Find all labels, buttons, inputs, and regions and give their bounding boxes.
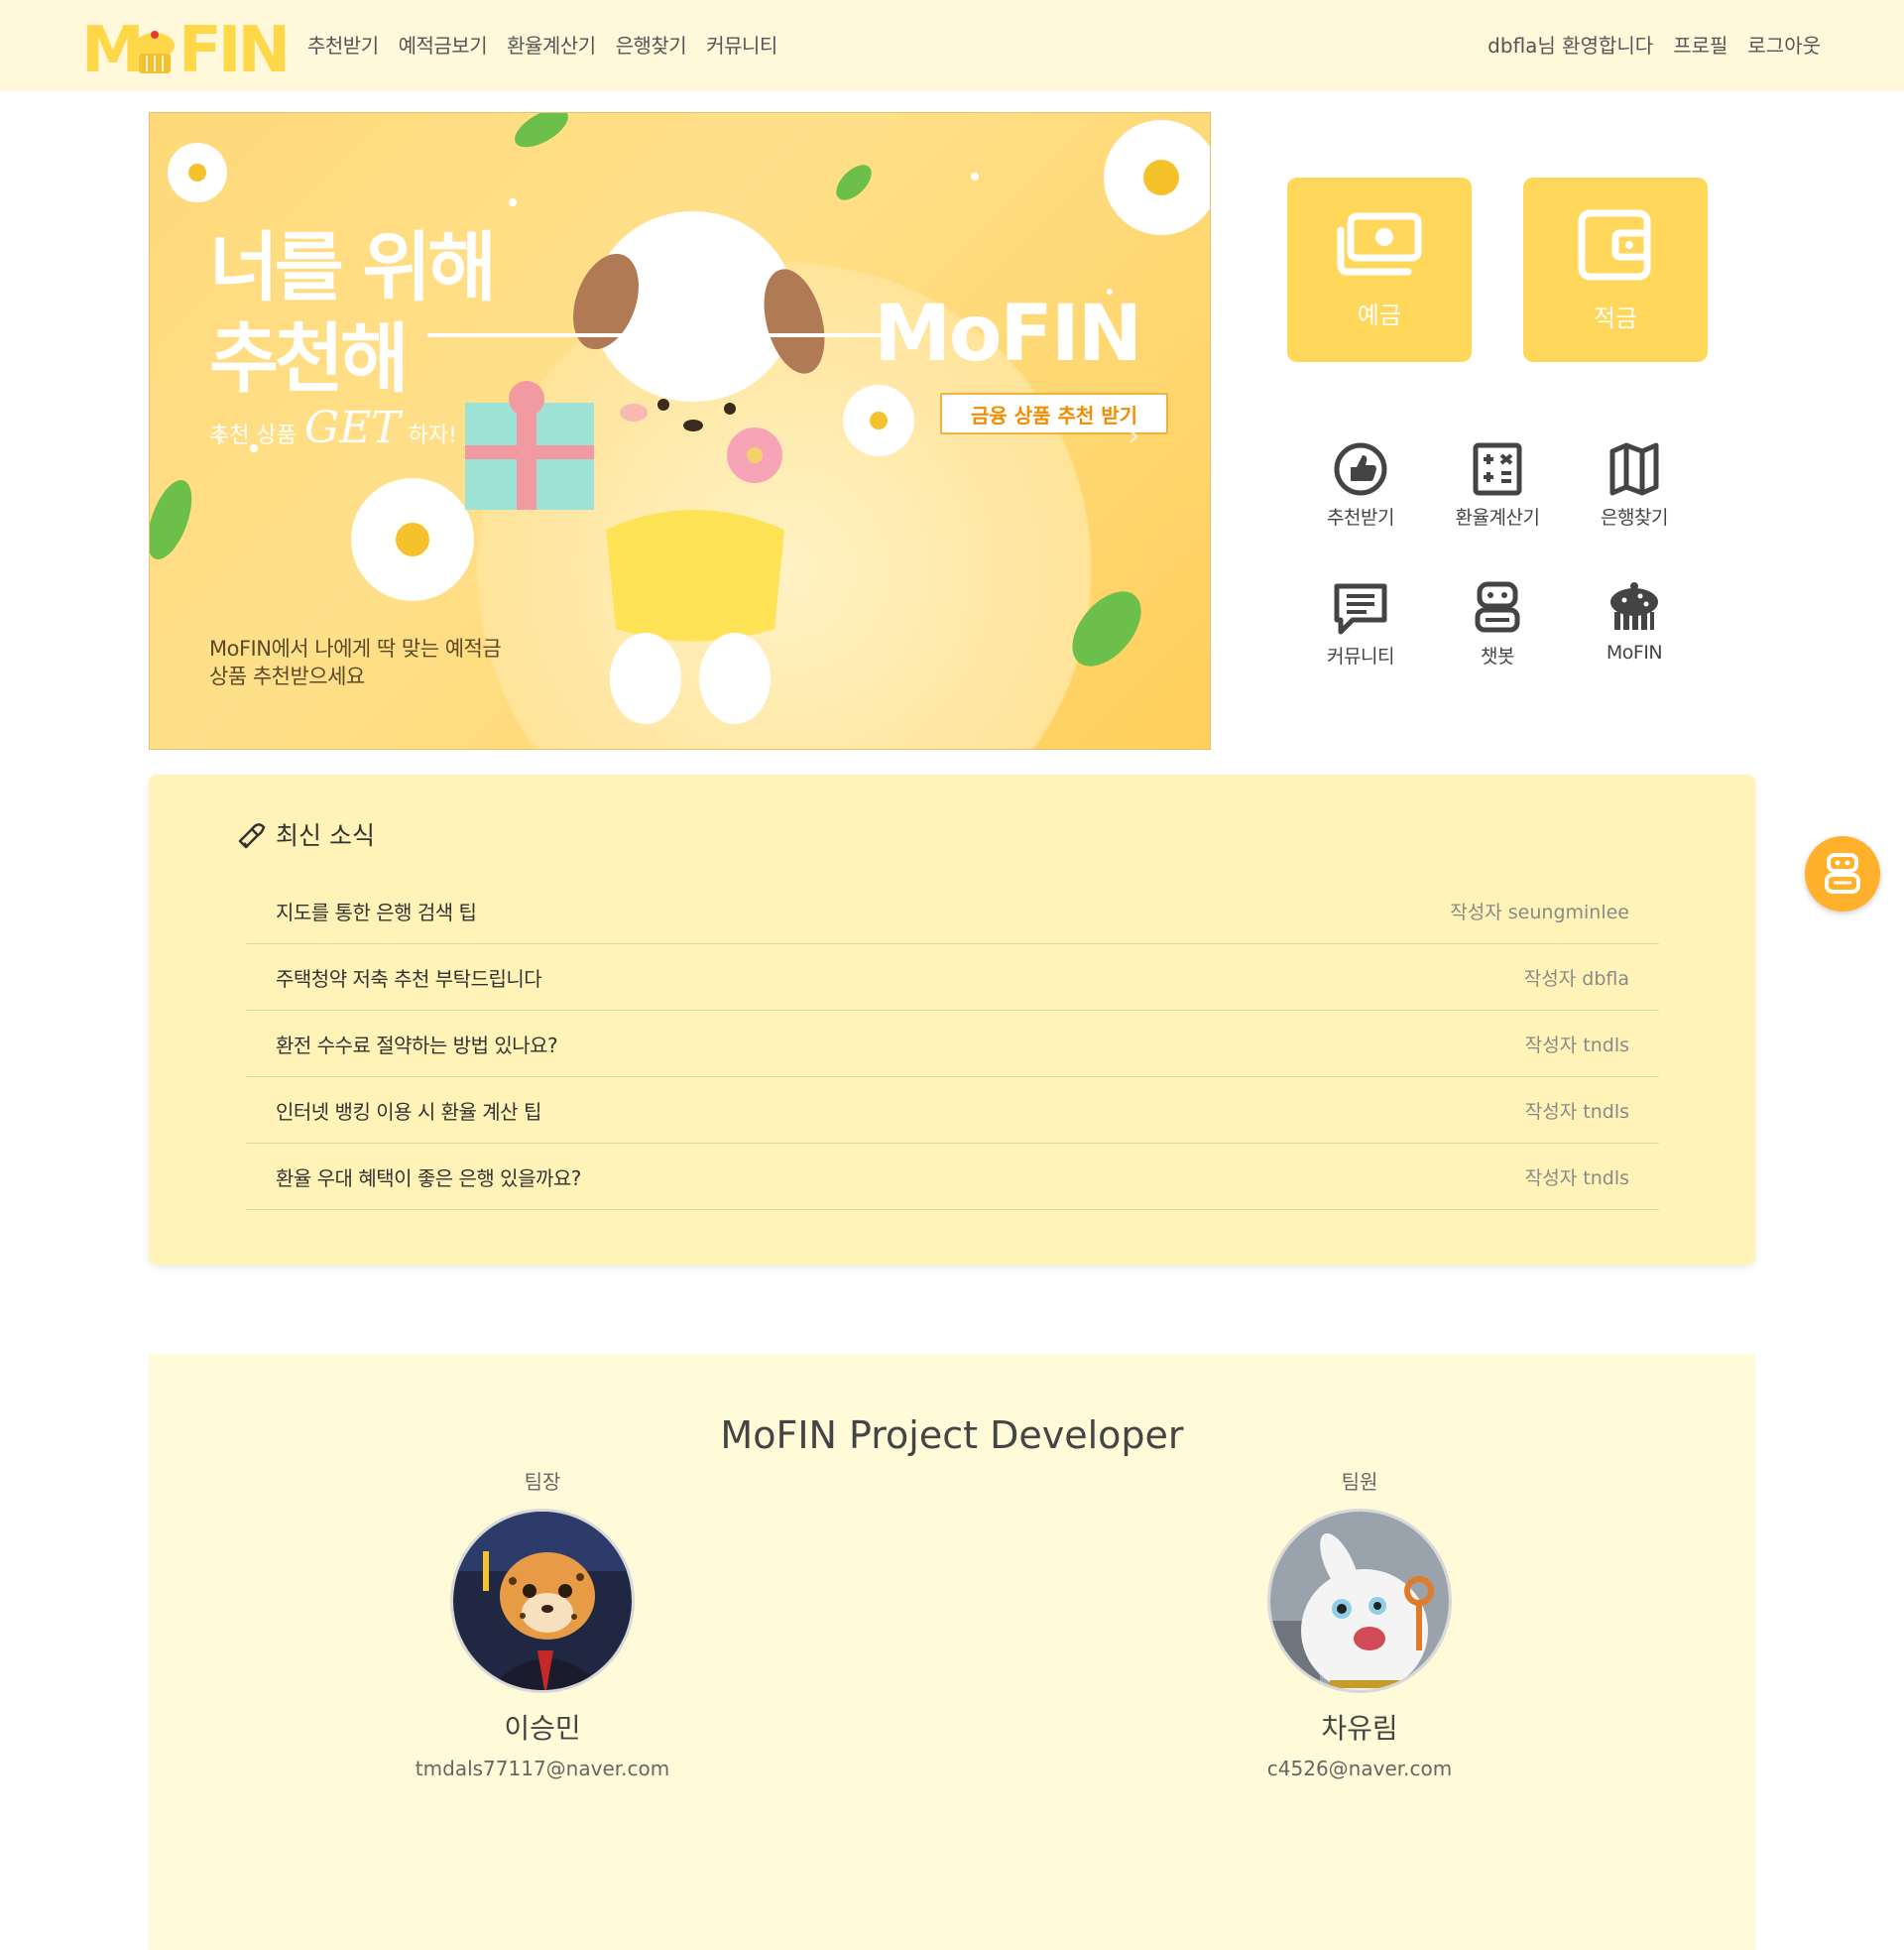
- banner-subtitle: 추천 상품 GET 하자!: [209, 403, 457, 453]
- banner-caption-line-2: 상품 추천받으세요: [209, 665, 365, 688]
- banner-brand: MoFIN: [874, 290, 1142, 379]
- developer-name: 이승민: [504, 1712, 581, 1745]
- nav-bank-finder[interactable]: 은행찾기: [616, 30, 687, 59]
- navbar: M FIN 추천받기 예적금보기 환율계산기 은행찾기 커뮤니티 dbfla님 …: [0, 0, 1904, 91]
- user-menu: dbfla님 환영합니다 프로필 로그아웃: [1488, 30, 1821, 59]
- welcome-text: dbfla님 환영합니다: [1488, 34, 1654, 58]
- banner-headline-line-1: 너를 위해: [209, 223, 497, 311]
- news-item-title: 인터넷 뱅킹 이용 시 환율 계산 팁: [276, 1099, 541, 1124]
- carousel-prev-icon[interactable]: ‹: [213, 416, 227, 455]
- menu-bank-finder-label: 은행찾기: [1601, 507, 1668, 529]
- developers-section: MoFIN Project Developer 팀장 이승민 tmdals771…: [149, 1354, 1755, 1950]
- menu-chatbot[interactable]: 챗봇: [1428, 580, 1567, 669]
- nav-recommend[interactable]: 추천받기: [307, 30, 379, 59]
- news-item[interactable]: 환전 수수료 절약하는 방법 있나요? 작성자 tndls: [246, 1011, 1659, 1077]
- developer-role: 팀장: [524, 1470, 561, 1494]
- news-item-title: 주택청약 저축 추천 부탁드립니다: [276, 966, 542, 991]
- deposit-card-button[interactable]: 예금: [1287, 178, 1472, 362]
- carousel-next-icon[interactable]: ›: [1127, 416, 1140, 455]
- banner-divider: [427, 333, 893, 337]
- banner-headline-line-2: 추천해: [209, 314, 410, 403]
- developer-email: tmdals77117@naver.com: [415, 1757, 670, 1780]
- wallet-icon: [1578, 209, 1651, 280]
- menu-bank-finder[interactable]: 은행찾기: [1565, 441, 1704, 530]
- logout-link[interactable]: 로그아웃: [1747, 30, 1821, 59]
- muffin-icon: [1610, 582, 1658, 630]
- menu-chatbot-label: 챗봇: [1481, 646, 1514, 668]
- calculator-icon: [1473, 442, 1522, 496]
- developer-email: c4526@naver.com: [1266, 1757, 1453, 1780]
- banner-sub-2: 하자!: [408, 424, 457, 448]
- news-item-author: 작성자 tndls: [1524, 1166, 1629, 1189]
- news-item-title: 환율 우대 혜택이 좋은 은행 있을까요?: [276, 1165, 581, 1190]
- developer-name: 차유림: [1321, 1712, 1398, 1745]
- news-item-title: 환전 수수료 절약하는 방법 있나요?: [276, 1033, 558, 1057]
- news-item-title: 지도를 통한 은행 검색 팁: [276, 900, 477, 924]
- news-item[interactable]: 인터넷 뱅킹 이용 시 환율 계산 팁 작성자 tndls: [246, 1077, 1659, 1144]
- developer-card: 팀장 이승민 tmdals77117@naver.com: [394, 1466, 691, 1780]
- deposit-card-label: 예금: [1357, 301, 1402, 329]
- avatar: [1267, 1509, 1452, 1693]
- robot-icon: [1475, 581, 1520, 633]
- banner-headline: 너를 위해 추천해: [209, 222, 497, 405]
- hero-banner[interactable]: 너를 위해 추천해 추천 상품 GET 하자! MoFIN 금융 상품 추천 받기 …: [149, 112, 1211, 750]
- banner-caption: MoFIN에서 나에게 딱 맞는 예적금 상품 추천받으세요: [209, 635, 502, 690]
- menu-mofin[interactable]: MoFIN: [1565, 580, 1704, 664]
- megaphone-icon: [238, 823, 266, 849]
- news-item-author: 작성자 tndls: [1524, 1034, 1629, 1056]
- cheetah-avatar-icon: [453, 1512, 632, 1690]
- map-icon: [1609, 442, 1659, 496]
- news-item[interactable]: 주택청약 저축 추천 부탁드립니다 작성자 dbfla: [246, 944, 1659, 1011]
- news-item[interactable]: 환율 우대 혜택이 좋은 은행 있을까요? 작성자 tndls: [246, 1144, 1659, 1210]
- latest-news-panel: 최신 소식 지도를 통한 은행 검색 팁 작성자 seungminlee 주택청…: [149, 775, 1755, 1265]
- news-item-author: 작성자 dbfla: [1523, 967, 1629, 990]
- mofin-logo-icon: M FIN: [81, 14, 290, 77]
- nav-products[interactable]: 예적금보기: [399, 30, 488, 59]
- banner-caption-line-1: MoFIN에서 나에게 딱 맞는 예적금: [209, 637, 502, 661]
- saving-card-label: 적금: [1593, 304, 1638, 332]
- menu-recommend-label: 추천받기: [1327, 507, 1394, 529]
- developer-card: 팀원 차유림 c4526@naver.com: [1211, 1466, 1508, 1780]
- news-item-author: 작성자 seungminlee: [1450, 901, 1629, 923]
- money-icon: [1337, 212, 1422, 275]
- developers-heading: MoFIN Project Developer: [720, 1413, 1184, 1457]
- avatar: [450, 1509, 635, 1693]
- banner-sub-get: GET: [303, 403, 401, 453]
- menu-exchange[interactable]: 환율계산기: [1428, 441, 1567, 530]
- nav-community[interactable]: 커뮤니티: [706, 30, 777, 59]
- news-title-text: 최신 소식: [276, 821, 375, 850]
- developer-role: 팀원: [1341, 1470, 1378, 1494]
- news-title: 최신 소식: [236, 816, 375, 852]
- robot-icon: [1825, 853, 1860, 894]
- menu-recommend[interactable]: 추천받기: [1291, 441, 1430, 530]
- logo[interactable]: M FIN: [81, 14, 290, 77]
- rabbit-avatar-icon: [1270, 1512, 1449, 1690]
- saving-card-button[interactable]: 적금: [1523, 178, 1708, 362]
- menu-mofin-label: MoFIN: [1606, 642, 1663, 664]
- nav-exchange[interactable]: 환율계산기: [507, 30, 596, 59]
- thumbs-up-icon: [1334, 442, 1387, 496]
- menu-community[interactable]: 커뮤니티: [1291, 580, 1430, 669]
- svg-text:FIN: FIN: [178, 14, 287, 77]
- nav-links: 추천받기 예적금보기 환율계산기 은행찾기 커뮤니티: [307, 30, 777, 59]
- chatbot-fab-button[interactable]: [1805, 836, 1880, 912]
- menu-community-label: 커뮤니티: [1327, 646, 1394, 668]
- news-item-author: 작성자 tndls: [1524, 1100, 1629, 1123]
- menu-exchange-label: 환율계산기: [1455, 507, 1540, 529]
- svg-text:M: M: [81, 14, 141, 77]
- message-icon: [1334, 583, 1387, 635]
- news-item[interactable]: 지도를 통한 은행 검색 팁 작성자 seungminlee: [246, 878, 1659, 944]
- profile-link[interactable]: 프로필: [1673, 30, 1727, 59]
